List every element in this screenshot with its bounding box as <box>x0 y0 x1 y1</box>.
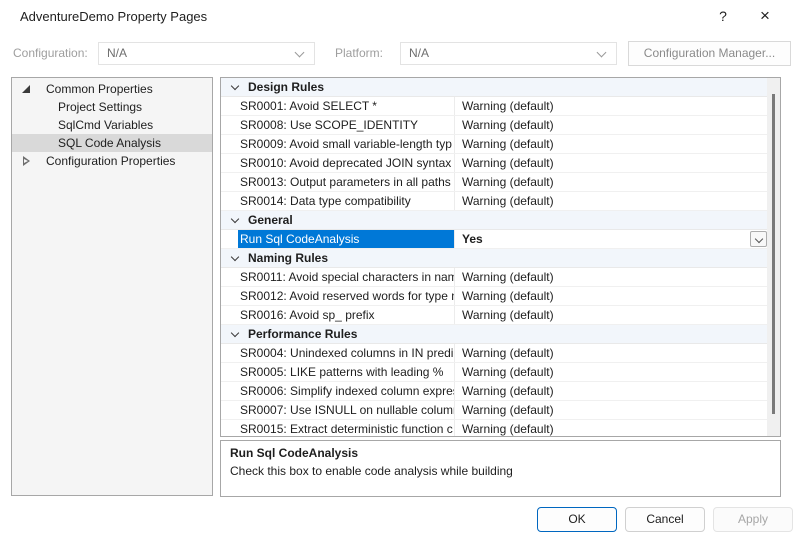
vertical-scrollbar[interactable] <box>767 78 780 436</box>
grid-row-sr0001-avoid-select[interactable]: SR0001: Avoid SELECT *Warning (default) <box>221 97 767 116</box>
value-dropdown-button[interactable] <box>750 231 767 247</box>
tree-item-label: SQL Code Analysis <box>58 134 161 152</box>
property-value[interactable]: Warning (default) <box>454 287 767 305</box>
grid-row-sr0010-avoid-deprecated-join-syntax[interactable]: SR0010: Avoid deprecated JOIN syntaxWarn… <box>221 154 767 173</box>
description-text: Check this box to enable code analysis w… <box>230 464 771 478</box>
section-collapse-chevron-icon[interactable] <box>231 82 239 90</box>
chevron-down-icon <box>755 235 763 243</box>
property-value[interactable]: Warning (default) <box>454 192 767 210</box>
property-name[interactable]: SR0001: Avoid SELECT * <box>238 97 454 115</box>
platform-label: Platform: <box>335 46 383 60</box>
grid-section-design-rules[interactable]: Design Rules <box>221 78 767 97</box>
configuration-combo[interactable]: N/A <box>98 42 315 65</box>
tree-item-configuration-properties[interactable]: Configuration Properties <box>12 152 212 170</box>
grid-row-sr0004-unindexed-columns-in-in-predic[interactable]: SR0004: Unindexed columns in IN predicWa… <box>221 344 767 363</box>
property-name[interactable]: SR0004: Unindexed columns in IN predic <box>238 344 454 362</box>
property-value[interactable]: Warning (default) <box>454 344 767 362</box>
tree-item-label: Project Settings <box>58 98 142 116</box>
property-value[interactable]: Warning (default) <box>454 135 767 153</box>
section-label: Design Rules <box>248 78 324 96</box>
expanded-triangle-icon[interactable] <box>22 85 30 93</box>
property-name[interactable]: SR0011: Avoid special characters in nam <box>238 268 454 286</box>
property-value[interactable]: Warning (default) <box>454 306 767 324</box>
property-name[interactable]: SR0006: Simplify indexed column expres <box>238 382 454 400</box>
window-title: AdventureDemo Property Pages <box>20 9 207 24</box>
property-name[interactable]: SR0012: Avoid reserved words for type n <box>238 287 454 305</box>
property-value[interactable]: Warning (default) <box>454 97 767 115</box>
property-name[interactable]: SR0008: Use SCOPE_IDENTITY <box>238 116 454 134</box>
property-value[interactable]: Warning (default) <box>454 268 767 286</box>
tree-item-sqlcmd-variables[interactable]: SqlCmd Variables <box>12 116 212 134</box>
description-title: Run Sql CodeAnalysis <box>230 446 771 460</box>
property-value[interactable]: Yes <box>454 230 767 248</box>
grid-row-sr0012-avoid-reserved-words-for-type-n[interactable]: SR0012: Avoid reserved words for type nW… <box>221 287 767 306</box>
close-icon[interactable]: × <box>751 3 779 29</box>
grid-row-sr0014-data-type-compatibility[interactable]: SR0014: Data type compatibilityWarning (… <box>221 192 767 211</box>
grid-row-sr0013-output-parameters-in-all-paths[interactable]: SR0013: Output parameters in all pathsWa… <box>221 173 767 192</box>
property-value[interactable]: Warning (default) <box>454 401 767 419</box>
configuration-label: Configuration: <box>13 46 88 60</box>
property-name[interactable]: SR0016: Avoid sp_ prefix <box>238 306 454 324</box>
tree-item-sql-code-analysis[interactable]: SQL Code Analysis <box>12 134 212 152</box>
property-name[interactable]: SR0009: Avoid small variable-length typ <box>238 135 454 153</box>
grid-row-sr0009-avoid-small-variable-length-typ[interactable]: SR0009: Avoid small variable-length typW… <box>221 135 767 154</box>
property-name[interactable]: SR0010: Avoid deprecated JOIN syntax <box>238 154 454 172</box>
grid-row-sr0016-avoid-sp-prefix[interactable]: SR0016: Avoid sp_ prefixWarning (default… <box>221 306 767 325</box>
tree-item-label: SqlCmd Variables <box>58 116 153 134</box>
section-collapse-chevron-icon[interactable] <box>231 329 239 337</box>
property-grid: Design RulesSR0001: Avoid SELECT *Warnin… <box>220 77 781 437</box>
property-value[interactable]: Warning (default) <box>454 116 767 134</box>
grid-section-general[interactable]: General <box>221 211 767 230</box>
tree-item-label: Common Properties <box>46 80 153 98</box>
ok-button[interactable]: OK <box>537 507 617 532</box>
grid-row-run-sql-codeanalysis[interactable]: Run Sql CodeAnalysisYes <box>221 230 767 249</box>
property-name[interactable]: SR0005: LIKE patterns with leading % <box>238 363 454 381</box>
section-label: Naming Rules <box>248 249 328 267</box>
grid-row-sr0007-use-isnull-on-nullable-column[interactable]: SR0007: Use ISNULL on nullable columnWar… <box>221 401 767 420</box>
collapsed-triangle-icon[interactable] <box>23 156 30 166</box>
platform-combo[interactable]: N/A <box>400 42 617 65</box>
property-name[interactable]: SR0013: Output parameters in all paths <box>238 173 454 191</box>
platform-combo-value: N/A <box>409 46 429 60</box>
section-label: Performance Rules <box>248 325 357 343</box>
property-grid-rows: Design RulesSR0001: Avoid SELECT *Warnin… <box>221 78 767 437</box>
apply-button[interactable]: Apply <box>713 507 793 532</box>
property-name[interactable]: SR0014: Data type compatibility <box>238 192 454 210</box>
section-label: General <box>248 211 293 229</box>
property-value[interactable]: Warning (default) <box>454 382 767 400</box>
configuration-manager-button[interactable]: Configuration Manager... <box>628 41 791 66</box>
tree-item-common-properties[interactable]: Common Properties <box>12 80 212 98</box>
section-collapse-chevron-icon[interactable] <box>231 253 239 261</box>
grid-row-sr0008-use-scope-identity[interactable]: SR0008: Use SCOPE_IDENTITYWarning (defau… <box>221 116 767 135</box>
grid-row-sr0015-extract-deterministic-function-c[interactable]: SR0015: Extract deterministic function c… <box>221 420 767 437</box>
property-value[interactable]: Warning (default) <box>454 420 767 437</box>
property-value[interactable]: Warning (default) <box>454 154 767 172</box>
grid-section-performance-rules[interactable]: Performance Rules <box>221 325 767 344</box>
property-value[interactable]: Warning (default) <box>454 363 767 381</box>
property-value[interactable]: Warning (default) <box>454 173 767 191</box>
tree-item-project-settings[interactable]: Project Settings <box>12 98 212 116</box>
tree-item-label: Configuration Properties <box>46 152 175 170</box>
help-icon[interactable]: ? <box>709 3 737 29</box>
description-panel: Run Sql CodeAnalysis Check this box to e… <box>220 440 781 497</box>
property-name[interactable]: Run Sql CodeAnalysis <box>238 230 454 248</box>
property-name[interactable]: SR0015: Extract deterministic function c <box>238 420 454 437</box>
cancel-button[interactable]: Cancel <box>625 507 705 532</box>
properties-tree: Common PropertiesProject SettingsSqlCmd … <box>11 77 213 496</box>
grid-row-sr0005-like-patterns-with-leading[interactable]: SR0005: LIKE patterns with leading %Warn… <box>221 363 767 382</box>
grid-row-sr0006-simplify-indexed-column-expres[interactable]: SR0006: Simplify indexed column expresWa… <box>221 382 767 401</box>
scrollbar-thumb[interactable] <box>772 94 775 414</box>
chevron-down-icon <box>295 48 305 58</box>
property-name[interactable]: SR0007: Use ISNULL on nullable column <box>238 401 454 419</box>
grid-row-sr0011-avoid-special-characters-in-nam[interactable]: SR0011: Avoid special characters in namW… <box>221 268 767 287</box>
section-collapse-chevron-icon[interactable] <box>231 215 239 223</box>
configuration-combo-value: N/A <box>107 46 127 60</box>
chevron-down-icon <box>597 48 607 58</box>
grid-section-naming-rules[interactable]: Naming Rules <box>221 249 767 268</box>
